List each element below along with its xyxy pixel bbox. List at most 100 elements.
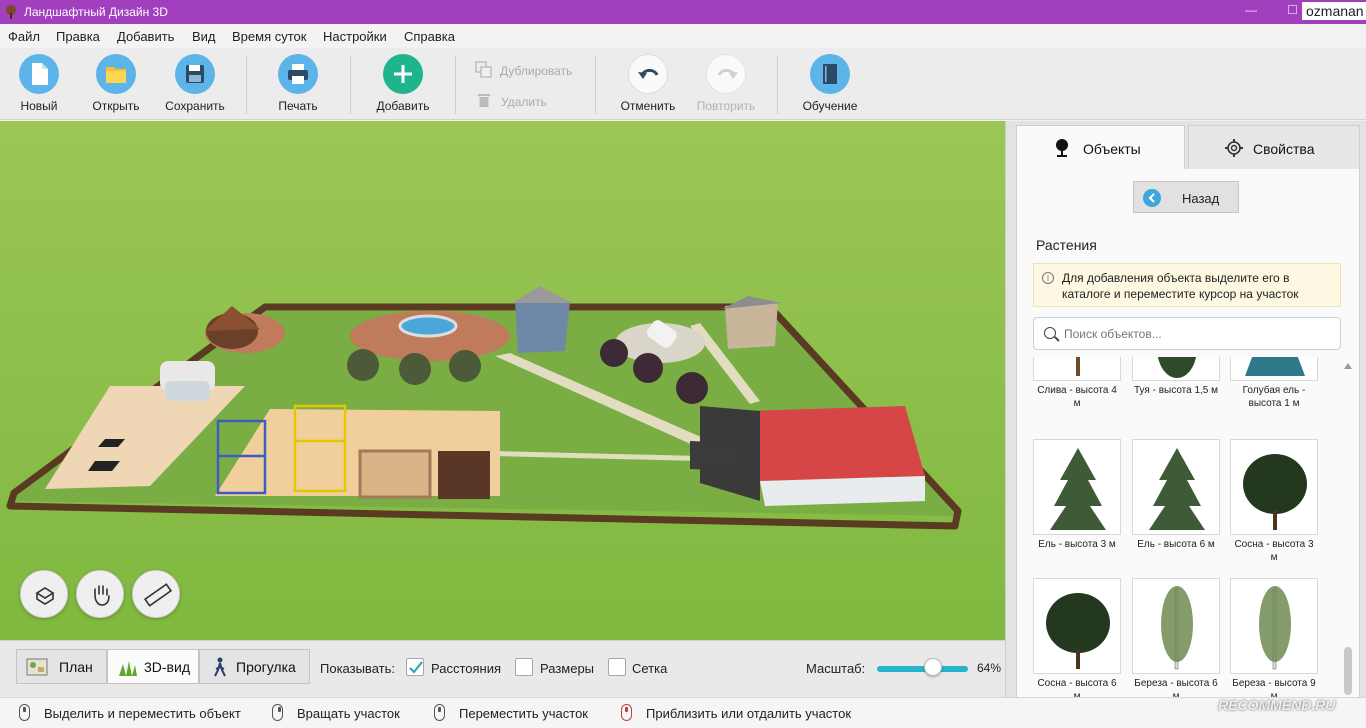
catalog-item[interactable]: Ель - высота 3 м <box>1033 439 1121 551</box>
search-icon <box>1044 327 1056 339</box>
catalog-item-thumbnail <box>1132 357 1220 381</box>
zoom-label: Масштаб: <box>806 661 866 676</box>
toolbar-separator <box>246 56 247 114</box>
print-label: Печать <box>278 99 318 113</box>
open-button[interactable]: Открыть <box>76 54 156 113</box>
catalog-item[interactable]: Слива - высота 4 м <box>1033 357 1121 410</box>
grid-checkbox[interactable] <box>608 658 626 676</box>
menu-add[interactable]: Добавить <box>117 29 174 44</box>
cursor-cube-icon <box>35 587 55 605</box>
distances-checkbox[interactable] <box>406 658 424 676</box>
duplicate-button[interactable]: Дублировать <box>500 64 572 78</box>
book-icon <box>823 64 837 84</box>
print-button[interactable]: Печать <box>258 54 338 113</box>
catalog-item-thumbnail <box>1033 578 1121 674</box>
undo-icon <box>638 68 659 79</box>
back-button[interactable]: Назад <box>1133 181 1239 213</box>
3d-viewport[interactable] <box>0 121 1005 640</box>
menu-settings[interactable]: Настройки <box>323 29 387 44</box>
redo-button[interactable]: Повторить <box>686 54 766 113</box>
toolbar-separator <box>777 56 778 114</box>
undo-label: Отменить <box>620 99 676 113</box>
hint-rotate: Вращать участок <box>297 706 400 721</box>
sizes-checkbox[interactable] <box>515 658 533 676</box>
title-bar: Ландшафтный Дизайн 3D — ☐ ozmanan <box>0 0 1366 24</box>
tab-properties[interactable]: Свойства <box>1188 125 1360 170</box>
catalog-item[interactable]: Ель - высота 6 м <box>1132 439 1220 551</box>
tab-objects-label: Объекты <box>1083 141 1141 157</box>
zoom-slider[interactable] <box>877 666 968 672</box>
mode-plan-label: План <box>59 659 93 675</box>
garden-scene[interactable] <box>0 121 1005 640</box>
catalog-item[interactable]: Сосна - высота 6 м <box>1033 578 1121 697</box>
checkmark-icon <box>409 661 423 674</box>
minimize-button[interactable]: — <box>1245 3 1257 17</box>
object-search[interactable] <box>1033 317 1341 350</box>
redo-icon <box>717 68 738 79</box>
scroll-thumb[interactable] <box>1344 647 1352 695</box>
menu-edit[interactable]: Правка <box>56 29 100 44</box>
printer-icon <box>288 64 308 84</box>
plan-map-icon <box>26 658 48 676</box>
menu-help[interactable]: Справка <box>404 29 455 44</box>
status-bar: Выделить и переместить объект Вращать уч… <box>0 697 1366 728</box>
add-label: Добавить <box>376 99 430 113</box>
catalog-item-thumbnail <box>1033 357 1121 381</box>
distances-label: Расстояния <box>431 661 502 676</box>
objects-panel: Объекты Свойства Назад Растения i Для до… <box>1005 121 1366 697</box>
catalog-scrollbar[interactable] <box>1343 359 1353 697</box>
catalog-item[interactable]: Береза - высота 9 м <box>1230 578 1318 697</box>
undo-button[interactable]: Отменить <box>608 54 688 113</box>
catalog-item-thumbnail <box>1132 578 1220 674</box>
menu-file[interactable]: Файл <box>8 29 40 44</box>
category-title: Растения <box>1036 237 1097 253</box>
ruler-icon <box>143 583 173 607</box>
delete-button[interactable]: Удалить <box>501 95 547 109</box>
plus-icon <box>394 65 412 83</box>
catalog-item-label: Ель - высота 6 м <box>1137 539 1215 550</box>
tab-objects[interactable]: Объекты <box>1016 125 1185 170</box>
select-mode-button[interactable] <box>20 570 68 618</box>
new-button[interactable]: Новый <box>0 54 79 113</box>
catalog-item[interactable]: Туя - высота 1,5 м <box>1132 357 1220 397</box>
catalog-item-thumbnail <box>1132 439 1220 535</box>
mode-walk-button[interactable]: Прогулка <box>199 649 310 684</box>
save-label: Сохранить <box>165 99 225 113</box>
learn-button[interactable]: Обучение <box>790 54 870 113</box>
pan-mode-button[interactable] <box>76 570 124 618</box>
maximize-button[interactable]: ☐ <box>1287 3 1298 17</box>
add-button[interactable]: Добавить <box>363 54 443 113</box>
show-label: Показывать: <box>320 661 395 676</box>
catalog-item[interactable]: Голубая ель - высота 1 м <box>1230 357 1318 410</box>
catalog-item-thumbnail <box>1230 357 1318 381</box>
mouse-wheel-icon <box>434 704 445 721</box>
mode-walk-label: Прогулка <box>236 659 296 675</box>
zoom-slider-thumb[interactable] <box>924 658 943 676</box>
toolbar-separator <box>595 56 596 114</box>
search-input[interactable] <box>1064 323 1334 345</box>
menu-daytime[interactable]: Время суток <box>232 29 306 44</box>
catalog-item[interactable]: Береза - высота 6 м <box>1132 578 1220 697</box>
save-button[interactable]: Сохранить <box>155 54 235 113</box>
scroll-up-icon[interactable] <box>1344 363 1352 369</box>
floppy-icon <box>186 65 204 83</box>
hint-move: Переместить участок <box>459 706 588 721</box>
catalog-item-thumbnail <box>1230 578 1318 674</box>
new-label: Новый <box>20 99 58 113</box>
redo-label: Повторить <box>696 99 756 113</box>
open-label: Открыть <box>92 99 140 113</box>
catalog-item-label: Сосна - высота 6 м <box>1037 678 1117 697</box>
catalog-item-label: Слива - высота 4 м <box>1037 385 1117 409</box>
catalog-item-label: Береза - высота 9 м <box>1232 678 1316 697</box>
menu-view[interactable]: Вид <box>192 29 216 44</box>
folder-icon <box>106 67 126 83</box>
catalog-item-label: Сосна - высота 3 м <box>1234 539 1314 563</box>
grass-3d-icon <box>119 661 137 676</box>
catalog-item-thumbnail <box>1230 439 1318 535</box>
mode-plan-button[interactable]: План <box>16 649 107 684</box>
mode-3d-button[interactable]: 3D-вид <box>107 649 199 684</box>
catalog-item[interactable]: Сосна - высота 3 м <box>1230 439 1318 564</box>
measure-mode-button[interactable] <box>132 570 180 618</box>
tab-properties-label: Свойства <box>1253 141 1315 157</box>
menu-bar: Файл Правка Добавить Вид Время суток Нас… <box>0 24 1366 48</box>
